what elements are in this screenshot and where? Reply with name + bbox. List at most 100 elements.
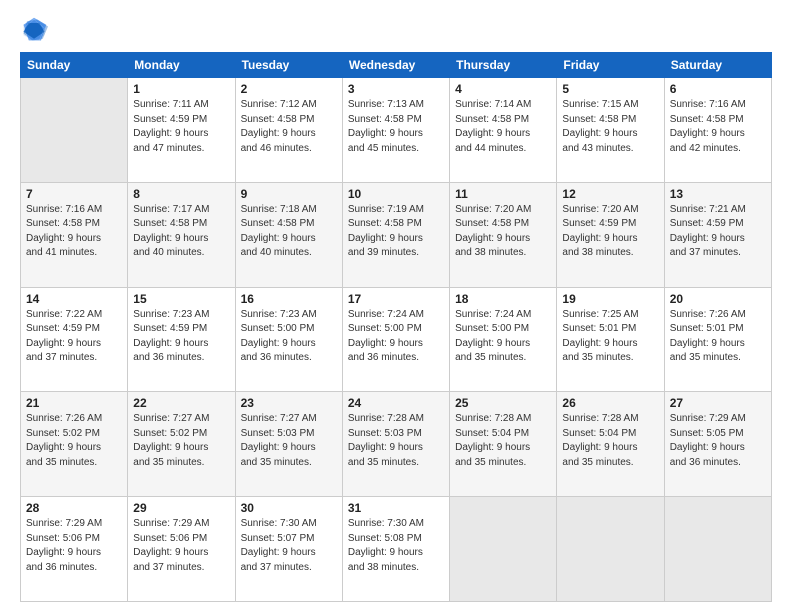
- day-info: Sunrise: 7:29 AMSunset: 5:06 PMDaylight:…: [133, 517, 229, 575]
- calendar-cell: [450, 497, 557, 602]
- day-info: Sunrise: 7:30 AMSunset: 5:08 PMDaylight:…: [348, 517, 444, 575]
- calendar-table: SundayMondayTuesdayWednesdayThursdayFrid…: [20, 52, 772, 602]
- day-number: 17: [348, 292, 444, 306]
- day-info: Sunrise: 7:28 AMSunset: 5:04 PMDaylight:…: [455, 412, 551, 470]
- weekday-header-tuesday: Tuesday: [235, 53, 342, 78]
- day-number: 30: [241, 501, 337, 515]
- day-info: Sunrise: 7:27 AMSunset: 5:03 PMDaylight:…: [241, 412, 337, 470]
- calendar-cell: 9 Sunrise: 7:18 AMSunset: 4:58 PMDaylight…: [235, 182, 342, 287]
- weekday-header-row: SundayMondayTuesdayWednesdayThursdayFrid…: [21, 53, 772, 78]
- calendar-cell: 15Sunrise: 7:23 AMSunset: 4:59 PMDayligh…: [128, 287, 235, 392]
- logo-icon: [20, 16, 48, 44]
- weekday-header-thursday: Thursday: [450, 53, 557, 78]
- day-info: Sunrise: 7:26 AMSunset: 5:02 PMDaylight:…: [26, 412, 122, 470]
- day-info: Sunrise: 7:24 AMSunset: 5:00 PMDaylight:…: [455, 308, 551, 366]
- day-number: 9: [241, 187, 337, 201]
- day-number: 6: [670, 82, 766, 96]
- day-number: 26: [562, 396, 658, 410]
- day-number: 14: [26, 292, 122, 306]
- calendar-cell: 26 Sunrise: 7:28 AMSunset: 5:04 PMDayligh…: [557, 392, 664, 497]
- weekday-header-sunday: Sunday: [21, 53, 128, 78]
- calendar-cell: 21 Sunrise: 7:26 AMSunset: 5:02 PMDayligh…: [21, 392, 128, 497]
- calendar-cell: 30 Sunrise: 7:30 AMSunset: 5:07 PMDayligh…: [235, 497, 342, 602]
- calendar-cell: 22 Sunrise: 7:27 AMSunset: 5:02 PMDayligh…: [128, 392, 235, 497]
- day-info: Sunrise: 7:28 AMSunset: 5:04 PMDaylight:…: [562, 412, 658, 470]
- day-info: Sunrise: 7:16 AMSunset: 4:58 PMDaylight:…: [26, 203, 122, 261]
- calendar-cell: 5 Sunrise: 7:15 AMSunset: 4:58 PMDaylight…: [557, 78, 664, 183]
- calendar-cell: 23 Sunrise: 7:27 AMSunset: 5:03 PMDayligh…: [235, 392, 342, 497]
- calendar-cell: 29 Sunrise: 7:29 AMSunset: 5:06 PMDayligh…: [128, 497, 235, 602]
- calendar-cell: [557, 497, 664, 602]
- day-info: Sunrise: 7:13 AMSunset: 4:58 PMDaylight:…: [348, 98, 444, 156]
- day-number: 2: [241, 82, 337, 96]
- weekday-header-monday: Monday: [128, 53, 235, 78]
- day-info: Sunrise: 7:22 AMSunset: 4:59 PMDaylight:…: [26, 308, 122, 366]
- day-number: 23: [241, 396, 337, 410]
- weekday-header-wednesday: Wednesday: [342, 53, 449, 78]
- logo: [20, 16, 52, 44]
- day-number: 29: [133, 501, 229, 515]
- week-row-0: 1Sunrise: 7:11 AMSunset: 4:59 PMDaylight…: [21, 78, 772, 183]
- day-number: 28: [26, 501, 122, 515]
- day-info: Sunrise: 7:26 AMSunset: 5:01 PMDaylight:…: [670, 308, 766, 366]
- calendar-cell: 24 Sunrise: 7:28 AMSunset: 5:03 PMDayligh…: [342, 392, 449, 497]
- calendar-cell: 4 Sunrise: 7:14 AMSunset: 4:58 PMDaylight…: [450, 78, 557, 183]
- calendar-cell: 31 Sunrise: 7:30 AMSunset: 5:08 PMDayligh…: [342, 497, 449, 602]
- day-info: Sunrise: 7:30 AMSunset: 5:07 PMDaylight:…: [241, 517, 337, 575]
- calendar-cell: 17 Sunrise: 7:24 AMSunset: 5:00 PMDayligh…: [342, 287, 449, 392]
- week-row-2: 14 Sunrise: 7:22 AMSunset: 4:59 PMDayligh…: [21, 287, 772, 392]
- day-number: 16: [241, 292, 337, 306]
- day-number: 10: [348, 187, 444, 201]
- day-number: 22: [133, 396, 229, 410]
- day-number: 18: [455, 292, 551, 306]
- day-info: Sunrise: 7:20 AMSunset: 4:58 PMDaylight:…: [455, 203, 551, 261]
- day-info: Sunrise: 7:23 AMSunset: 5:00 PMDaylight:…: [241, 308, 337, 366]
- calendar-cell: 7 Sunrise: 7:16 AMSunset: 4:58 PMDaylight…: [21, 182, 128, 287]
- day-info: Sunrise: 7:28 AMSunset: 5:03 PMDaylight:…: [348, 412, 444, 470]
- day-info: Sunrise: 7:18 AMSunset: 4:58 PMDaylight:…: [241, 203, 337, 261]
- calendar-cell: 27Sunrise: 7:29 AMSunset: 5:05 PMDayligh…: [664, 392, 771, 497]
- day-number: 24: [348, 396, 444, 410]
- week-row-4: 28 Sunrise: 7:29 AMSunset: 5:06 PMDayligh…: [21, 497, 772, 602]
- day-number: 4: [455, 82, 551, 96]
- calendar-cell: 11 Sunrise: 7:20 AMSunset: 4:58 PMDayligh…: [450, 182, 557, 287]
- weekday-header-friday: Friday: [557, 53, 664, 78]
- calendar-cell: 14 Sunrise: 7:22 AMSunset: 4:59 PMDayligh…: [21, 287, 128, 392]
- day-number: 12: [562, 187, 658, 201]
- day-number: 27: [670, 396, 766, 410]
- day-info: Sunrise: 7:15 AMSunset: 4:58 PMDaylight:…: [562, 98, 658, 156]
- day-number: 19: [562, 292, 658, 306]
- day-info: Sunrise: 7:14 AMSunset: 4:58 PMDaylight:…: [455, 98, 551, 156]
- day-number: 8: [133, 187, 229, 201]
- calendar-cell: 20 Sunrise: 7:26 AMSunset: 5:01 PMDayligh…: [664, 287, 771, 392]
- day-info: Sunrise: 7:24 AMSunset: 5:00 PMDaylight:…: [348, 308, 444, 366]
- calendar-cell: 18 Sunrise: 7:24 AMSunset: 5:00 PMDayligh…: [450, 287, 557, 392]
- calendar-cell: 2 Sunrise: 7:12 AMSunset: 4:58 PMDaylight…: [235, 78, 342, 183]
- day-number: 3: [348, 82, 444, 96]
- calendar-cell: 25 Sunrise: 7:28 AMSunset: 5:04 PMDayligh…: [450, 392, 557, 497]
- day-number: 11: [455, 187, 551, 201]
- calendar-cell: 8Sunrise: 7:17 AMSunset: 4:58 PMDaylight…: [128, 182, 235, 287]
- day-number: 20: [670, 292, 766, 306]
- week-row-3: 21 Sunrise: 7:26 AMSunset: 5:02 PMDayligh…: [21, 392, 772, 497]
- day-info: Sunrise: 7:12 AMSunset: 4:58 PMDaylight:…: [241, 98, 337, 156]
- day-info: Sunrise: 7:11 AMSunset: 4:59 PMDaylight:…: [133, 98, 229, 156]
- day-number: 5: [562, 82, 658, 96]
- calendar-cell: 3 Sunrise: 7:13 AMSunset: 4:58 PMDaylight…: [342, 78, 449, 183]
- weekday-header-saturday: Saturday: [664, 53, 771, 78]
- calendar-page: SundayMondayTuesdayWednesdayThursdayFrid…: [0, 0, 792, 612]
- day-number: 13: [670, 187, 766, 201]
- day-number: 21: [26, 396, 122, 410]
- day-number: 25: [455, 396, 551, 410]
- calendar-cell: 28Sunrise: 7:29 AMSunset: 5:06 PMDayligh…: [21, 497, 128, 602]
- day-number: 31: [348, 501, 444, 515]
- day-number: 7: [26, 187, 122, 201]
- calendar-cell: 1Sunrise: 7:11 AMSunset: 4:59 PMDaylight…: [128, 78, 235, 183]
- day-number: 15: [133, 292, 229, 306]
- day-info: Sunrise: 7:20 AMSunset: 4:59 PMDaylight:…: [562, 203, 658, 261]
- day-info: Sunrise: 7:16 AMSunset: 4:58 PMDaylight:…: [670, 98, 766, 156]
- calendar-cell: 12 Sunrise: 7:20 AMSunset: 4:59 PMDayligh…: [557, 182, 664, 287]
- calendar-cell: [664, 497, 771, 602]
- day-info: Sunrise: 7:19 AMSunset: 4:58 PMDaylight:…: [348, 203, 444, 261]
- day-info: Sunrise: 7:27 AMSunset: 5:02 PMDaylight:…: [133, 412, 229, 470]
